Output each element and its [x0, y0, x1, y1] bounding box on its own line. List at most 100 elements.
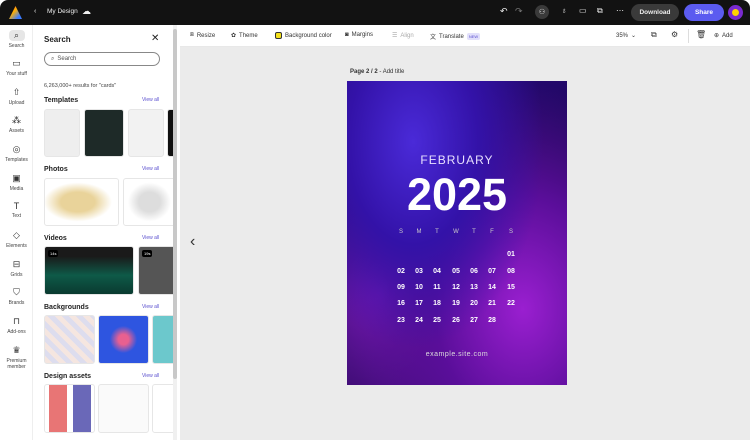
panel-scrollbar[interactable]	[173, 25, 177, 440]
align-button[interactable]: ☰ Align	[392, 32, 414, 40]
add-button[interactable]: ⊕ Add	[714, 32, 733, 40]
resize-label: Resize	[196, 32, 216, 39]
calendar-day: 08	[507, 268, 515, 275]
redo-icon[interactable]: ↷	[515, 6, 523, 17]
rail-assets[interactable]: ⁂ Assets	[0, 115, 33, 134]
undo-icon[interactable]: ↶	[500, 6, 508, 17]
calendar-day: 03	[415, 268, 423, 275]
view-all-backgrounds[interactable]: View all	[142, 304, 159, 310]
crown-icon: ♛	[12, 345, 21, 355]
rail-elements[interactable]: ◇ Elements	[0, 230, 33, 249]
page-label-row: Page 2 / 2 - Add title	[350, 69, 404, 75]
view-all-photos[interactable]: View all	[142, 166, 159, 172]
lightbulb-icon[interactable]: ♁	[561, 6, 567, 15]
template-thumbnail[interactable]	[44, 109, 80, 157]
grids-icon: ⊟	[12, 259, 21, 269]
search-input[interactable]: ⌕ Search	[44, 52, 160, 66]
download-button[interactable]: Download	[631, 4, 679, 21]
layers-icon[interactable]: ⚙	[671, 30, 678, 39]
rail-text[interactable]: T Text	[0, 201, 33, 219]
close-icon[interactable]: ✕	[151, 33, 159, 44]
calendar-day: 09	[397, 284, 405, 291]
rail-brands[interactable]: ⛉ Brands	[0, 287, 33, 306]
weekday-label: M	[416, 229, 422, 235]
share-button[interactable]: Share	[684, 4, 724, 21]
translate-button[interactable]: 文 Translate NEW	[430, 32, 481, 41]
trash-icon[interactable]: 🗑	[696, 30, 706, 39]
share-link-icon[interactable]: ⧉	[597, 6, 603, 16]
previous-page-chevron-icon[interactable]: ‹	[190, 233, 195, 251]
weekday-label: S	[508, 229, 513, 235]
rail-media[interactable]: ▣ Media	[0, 173, 33, 192]
rail-label: Brands	[8, 300, 25, 306]
new-badge: NEW	[466, 33, 481, 40]
photo-thumbnail[interactable]	[123, 178, 176, 226]
rail-label: Assets	[8, 128, 24, 134]
section-videos: Videos	[44, 235, 67, 242]
search-icon: ⌕	[51, 55, 55, 62]
calendar-day: 24	[415, 317, 423, 324]
background-thumbnail[interactable]	[44, 315, 95, 364]
calendar-day: 20	[470, 300, 478, 307]
add-ons-icon: ⊓	[12, 316, 21, 326]
video-thumbnail[interactable]: 14s	[44, 246, 134, 295]
rail-label: Upload	[8, 100, 25, 106]
calendar-day: 02	[397, 268, 405, 275]
margins-button[interactable]: ◙ Margins	[345, 32, 373, 38]
theme-button[interactable]: ✿ Theme	[231, 32, 258, 40]
zoom-dropdown[interactable]: 35% ⌄	[616, 32, 636, 40]
section-templates: Templates	[44, 97, 79, 104]
design-page[interactable]: FEBRUARY 2025 S M T W T F S 01 02 03 04 05 06 07 08 09 1…	[347, 81, 567, 385]
background-thumbnail[interactable]	[98, 315, 149, 364]
scrollbar-thumb[interactable]	[173, 29, 177, 379]
folder-icon: ▭	[12, 58, 21, 68]
background-color-button[interactable]: Background color	[275, 32, 332, 39]
design-title[interactable]: My Design	[47, 8, 78, 15]
rail-label: Grids	[10, 272, 23, 278]
calendar-day: 07	[488, 268, 496, 275]
rail-label: Your stuff	[6, 71, 27, 77]
media-icon: ▣	[12, 173, 21, 183]
rail-label: Search	[8, 43, 25, 49]
comment-icon[interactable]: ▭	[579, 6, 587, 15]
view-all-videos[interactable]: View all	[142, 235, 159, 241]
add-title-link[interactable]: - Add title	[379, 69, 404, 75]
plus-circle-icon: ⊕	[714, 33, 720, 39]
calendar-day: 12	[452, 284, 460, 291]
template-thumbnail[interactable]	[128, 109, 164, 157]
calendar-day: 17	[415, 300, 423, 307]
photo-thumbnail[interactable]	[44, 178, 119, 226]
weekday-label: F	[490, 229, 494, 235]
calendar-day: 25	[433, 317, 441, 324]
rail-upload[interactable]: ⇧ Upload	[0, 87, 33, 106]
panel-title: Search	[44, 35, 71, 44]
invite-icon[interactable]: ⚇	[535, 5, 549, 19]
view-all-design-assets[interactable]: View all	[142, 373, 159, 379]
app-logo-icon[interactable]	[9, 6, 22, 19]
rail-search[interactable]: ⌕ Search	[0, 30, 33, 49]
theme-label: Theme	[239, 32, 258, 39]
rail-grids[interactable]: ⊟ Grids	[0, 259, 33, 278]
calendar-day: 04	[433, 268, 441, 275]
back-chevron-icon[interactable]: ‹	[34, 8, 36, 15]
calendar-day: 05	[452, 268, 460, 275]
rail-add-ons[interactable]: ⊓ Add-ons	[0, 316, 33, 335]
asset-thumbnail[interactable]	[98, 384, 149, 433]
resize-button[interactable]: ⧈ Resize	[190, 32, 215, 39]
align-icon: ☰	[392, 33, 398, 39]
avatar[interactable]	[728, 5, 743, 20]
rail-templates[interactable]: ◎ Templates	[0, 144, 33, 163]
search-icon: ⌕	[8, 30, 25, 41]
video-thumbnail[interactable]: 19s	[138, 246, 176, 295]
rail-your-stuff[interactable]: ▭ Your stuff	[0, 58, 33, 77]
more-icon[interactable]: ⋯	[616, 6, 624, 15]
video-duration: 14s	[48, 250, 59, 257]
view-all-templates[interactable]: View all	[142, 97, 159, 103]
template-thumbnail[interactable]	[84, 109, 124, 157]
asset-thumbnail[interactable]	[44, 384, 95, 433]
pages-icon[interactable]: ⧉	[651, 30, 657, 40]
section-backgrounds: Backgrounds	[44, 304, 89, 311]
rail-premium[interactable]: ♛ Premium member	[0, 345, 33, 370]
rail-label: Templates	[5, 157, 28, 163]
search-panel: Search ✕ ⌕ Search 6,263,000+ results for …	[33, 25, 176, 440]
